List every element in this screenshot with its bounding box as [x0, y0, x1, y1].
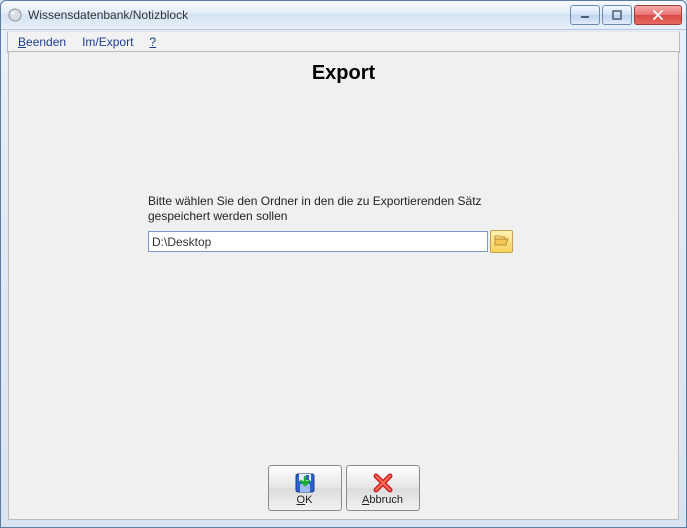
- folder-path-input[interactable]: [148, 231, 488, 252]
- menu-label: Im/Export: [82, 35, 133, 49]
- app-icon: [7, 7, 23, 23]
- menu-label-rest: eenden: [26, 35, 66, 49]
- cancel-button[interactable]: Abbruch: [346, 465, 420, 511]
- maximize-button[interactable]: [602, 5, 632, 25]
- instruction-text: Bitte wählen Sie den Ordner in den die z…: [148, 194, 523, 224]
- cancel-label: Abbruch: [362, 494, 403, 506]
- menubar: Beenden Im/Export ?: [7, 31, 680, 53]
- folder-open-icon: [494, 234, 509, 250]
- menu-label-underline: B: [18, 35, 26, 49]
- window-title: Wissensdatenbank/Notizblock: [28, 8, 568, 22]
- titlebar: Wissensdatenbank/Notizblock: [1, 1, 686, 30]
- cancel-x-icon: [371, 471, 395, 495]
- dialog-buttons: OK Abbruch: [9, 465, 678, 511]
- path-row: [148, 230, 513, 253]
- menu-help[interactable]: ?: [143, 34, 162, 50]
- client-area: Export Bitte wählen Sie den Ordner in de…: [8, 51, 679, 520]
- save-disk-icon: [293, 471, 317, 495]
- close-button[interactable]: [634, 5, 682, 25]
- minimize-button[interactable]: [570, 5, 600, 25]
- ok-button[interactable]: OK: [268, 465, 342, 511]
- menu-beenden[interactable]: Beenden: [12, 34, 72, 50]
- window-controls: [568, 5, 682, 25]
- page-title: Export: [9, 62, 678, 85]
- menu-im-export[interactable]: Im/Export: [76, 34, 139, 50]
- ok-label: OK: [297, 494, 313, 506]
- browse-folder-button[interactable]: [490, 230, 513, 253]
- app-window: Wissensdatenbank/Notizblock Beenden Im/E…: [0, 0, 687, 528]
- menu-label: ?: [149, 35, 156, 49]
